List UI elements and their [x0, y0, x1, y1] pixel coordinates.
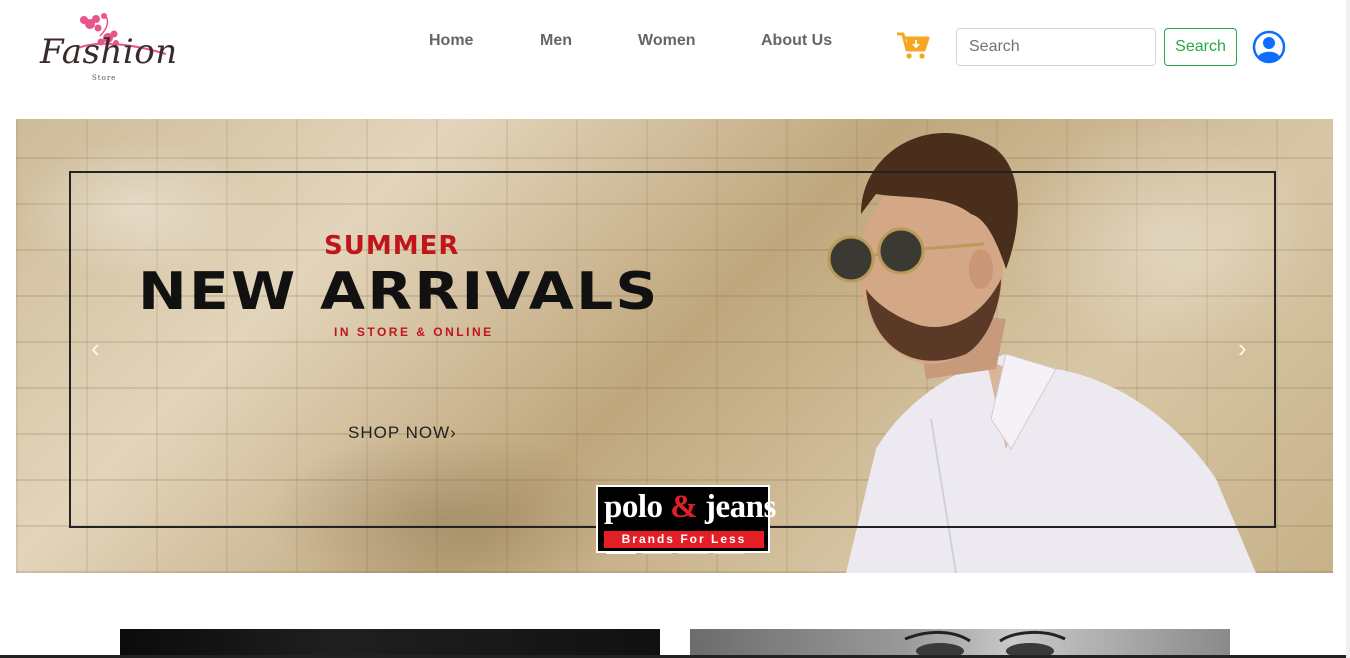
brand-name-part1: polo — [604, 489, 663, 525]
hero-tagline: IN STORE & ONLINE — [334, 325, 494, 339]
carousel-indicator[interactable] — [642, 551, 672, 554]
chevron-right-icon[interactable]: › — [1238, 333, 1247, 364]
cart-icon[interactable] — [896, 31, 930, 61]
shop-now-link[interactable]: SHOP NOW› — [348, 423, 457, 443]
brand-logo: polo & jeans Brands For Less — [596, 485, 776, 553]
nav-men[interactable]: Men — [540, 32, 572, 50]
brand-slogan: Brands For Less — [604, 531, 764, 548]
search-input[interactable] — [956, 28, 1156, 66]
carousel-indicator[interactable] — [606, 551, 636, 554]
men-category-image[interactable] — [120, 629, 660, 658]
logo-subtext: Store — [92, 74, 117, 82]
carousel-indicator[interactable] — [678, 551, 708, 554]
logo-text: Fashion — [40, 32, 178, 72]
hero-frame — [69, 171, 1276, 528]
hero-headline-top: SUMMER — [324, 231, 460, 261]
chevron-left-icon[interactable]: ‹ — [91, 333, 100, 364]
hero-carousel: SUMMER NEW ARRIVALS IN STORE & ONLINE SH… — [16, 119, 1333, 573]
carousel-indicator[interactable] — [714, 551, 744, 554]
page-scrollbar[interactable] — [1346, 0, 1350, 658]
brand-ampersand: & — [670, 489, 698, 525]
hero-headline-main: NEW ARRIVALS — [138, 262, 660, 322]
search-button[interactable]: Search — [1164, 28, 1237, 66]
nav-home[interactable]: Home — [429, 32, 473, 50]
brand-name-part2: jeans — [705, 489, 776, 525]
women-category-image[interactable] — [690, 629, 1230, 658]
nav-about-us[interactable]: About Us — [761, 32, 832, 50]
nav-women[interactable]: Women — [638, 32, 695, 50]
page: Fashion Store Home Men Women About Us Se… — [0, 0, 1350, 658]
user-circle-icon[interactable] — [1252, 30, 1286, 64]
fashion-store-logo[interactable]: Fashion Store — [38, 10, 178, 85]
carousel-indicators — [606, 551, 744, 554]
woman-face-photo — [904, 630, 1066, 658]
